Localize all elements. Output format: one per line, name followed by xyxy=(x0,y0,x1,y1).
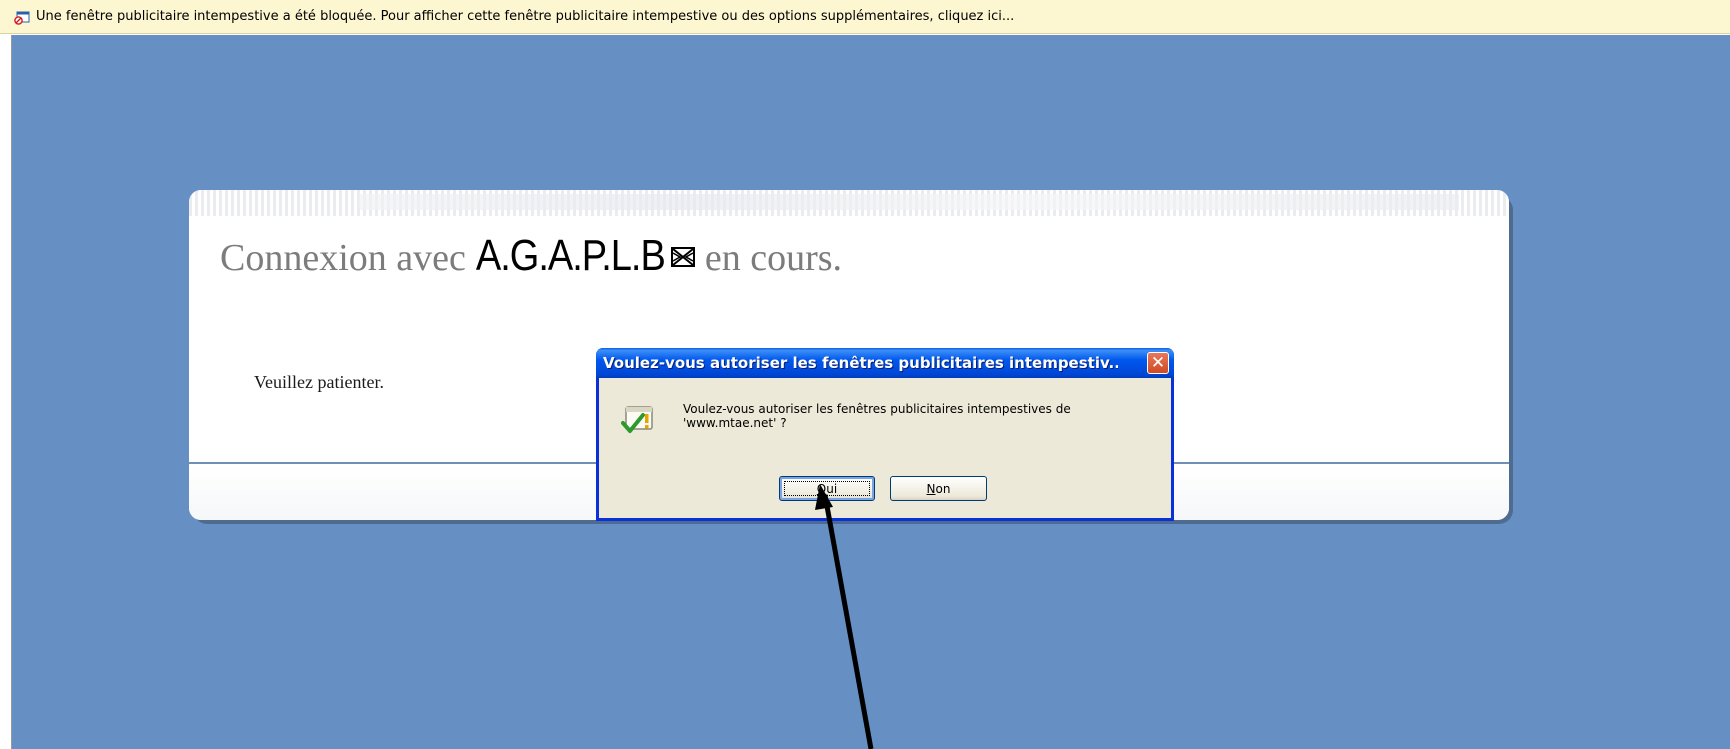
dialog-message: Voulez-vous autoriser les fenêtres publi… xyxy=(683,402,1143,430)
information-bar[interactable]: Une fenêtre publicitaire intempestive a … xyxy=(0,0,1730,34)
connection-suffix: en cours. xyxy=(704,237,843,279)
popup-blocked-icon xyxy=(14,10,30,25)
brand-logo-icon xyxy=(670,247,695,272)
panel-header-texture xyxy=(359,194,1459,210)
yes-button[interactable]: Oui xyxy=(779,476,875,501)
close-icon[interactable]: ✕ xyxy=(1147,352,1169,374)
connection-heading: Connexion avec A.G.A.P.L.B en cours. xyxy=(220,230,842,286)
no-button-accesskey: N xyxy=(926,481,936,496)
dialog-title: Voulez-vous autoriser les fenêtres publi… xyxy=(603,354,1118,372)
information-bar-message[interactable]: Une fenêtre publicitaire intempestive a … xyxy=(36,9,1014,24)
dialog-titlebar[interactable]: Voulez-vous autoriser les fenêtres publi… xyxy=(596,348,1174,378)
connection-prefix: Connexion avec xyxy=(220,237,466,279)
warning-check-icon xyxy=(621,403,657,439)
popup-permission-dialog: Voulez-vous autoriser les fenêtres publi… xyxy=(596,348,1174,521)
brand-name: A.G.A.P.L.B xyxy=(475,231,666,281)
focus-rectangle xyxy=(784,481,870,496)
window-left-border xyxy=(0,35,12,749)
wait-message: Veuillez patienter. xyxy=(254,372,384,392)
dialog-message-line-2: 'www.mtae.net' ? xyxy=(683,416,787,430)
no-button-label: on xyxy=(935,481,951,496)
no-button[interactable]: Non xyxy=(890,476,987,501)
dialog-message-line-1: Voulez-vous autoriser les fenêtres publi… xyxy=(683,402,1071,416)
